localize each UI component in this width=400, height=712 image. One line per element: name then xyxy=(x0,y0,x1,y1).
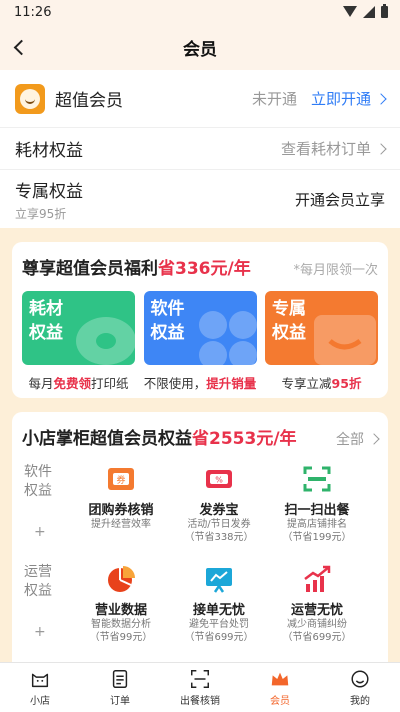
shop-cat-icon xyxy=(31,673,49,688)
benefit-item[interactable]: % 发券宝 活动/节日发券 （节省338元） xyxy=(170,463,268,559)
discount-tag-icon xyxy=(314,315,376,365)
growth-chart-icon xyxy=(304,565,331,592)
tile-software[interactable]: 软件权益 xyxy=(143,291,257,365)
cell-signal-icon xyxy=(363,6,375,18)
tile-label: 耗材权益 xyxy=(29,299,63,343)
svg-text:%: % xyxy=(215,476,223,485)
tile-consumables[interactable]: 耗材权益 xyxy=(22,291,135,365)
member-title: 超值会员 xyxy=(55,91,123,111)
status-bar: 11:26 xyxy=(0,0,400,24)
paper-roll-icon xyxy=(76,317,135,365)
welfare-title: 尊享超值会员福利省336元/年 xyxy=(22,259,251,279)
benefits-title: 小店掌柜超值会员权益省2553元/年 xyxy=(22,429,297,449)
exclusive-title: 专属权益 xyxy=(15,181,83,202)
tab-bar: 小店 订单 出餐核销 会员 我的 xyxy=(0,662,400,712)
tab-membership[interactable]: 会员 xyxy=(240,663,320,712)
voucher-icon: % xyxy=(206,470,232,488)
profile-circle-icon xyxy=(351,670,369,688)
benefit-group-software: 软件权益 + 券 团购券核销 提升经营效率 % 发券宝 活动/节日发券 （节省3… xyxy=(22,463,378,559)
benefit-item[interactable]: 运营无忧 减少商铺纠纷 （节省699元） xyxy=(268,563,366,659)
chevron-right-icon xyxy=(375,92,387,105)
scan-icon xyxy=(303,466,331,492)
view-all-link[interactable]: 全部 xyxy=(336,429,380,449)
member-status: 未开通 xyxy=(251,90,297,108)
benefit-item[interactable]: 扫一扫出餐 提高店铺排名 （节省199元） xyxy=(268,463,366,559)
nav-bar: 会员 xyxy=(0,24,400,70)
tile-captions: 每月免费领打印纸 不限使用，提升销量 专享立减95折 xyxy=(22,373,378,392)
apps-icon xyxy=(198,311,257,365)
pie-chart-icon xyxy=(108,566,135,592)
page-title: 会员 xyxy=(183,39,217,60)
welfare-tiles: 耗材权益 软件权益 专属权益 xyxy=(22,291,378,365)
monitor-icon xyxy=(206,568,232,593)
member-logo-icon xyxy=(15,83,45,114)
open-membership-link[interactable]: 立即开通 xyxy=(311,88,371,109)
plus-icon: + xyxy=(34,524,46,540)
group-label: 软件权益 + xyxy=(24,464,52,540)
tile-caption: 每月免费领打印纸 xyxy=(28,376,129,391)
order-list-icon xyxy=(112,670,128,688)
wifi-icon xyxy=(343,6,357,18)
benefit-item[interactable]: 券 团购券核销 提升经营效率 xyxy=(72,463,170,559)
member-row[interactable]: 超值会员 未开通 立即开通 xyxy=(0,70,400,128)
scan-frame-icon xyxy=(191,670,209,688)
tab-shop[interactable]: 小店 xyxy=(0,663,80,712)
group-label: 运营权益 + xyxy=(24,564,52,640)
battery-icon xyxy=(381,4,388,18)
tab-checkout-verify[interactable]: 出餐核销 xyxy=(160,663,240,712)
consumables-title: 耗材权益 xyxy=(15,141,83,161)
tile-caption: 不限使用，提升销量 xyxy=(143,376,257,391)
svg-text:券: 券 xyxy=(116,474,125,486)
membership-rows: 超值会员 未开通 立即开通 耗材权益 查看耗材订单 专属权益 立享95折 开通会… xyxy=(0,70,400,228)
tile-label: 软件权益 xyxy=(150,299,185,343)
benefit-item[interactable]: 接单无忧 避免平台处罚 （节省699元） xyxy=(170,563,268,659)
crown-icon xyxy=(271,672,289,686)
status-icons xyxy=(343,4,388,18)
plus-icon: + xyxy=(34,624,46,640)
tab-profile[interactable]: 我的 xyxy=(320,663,400,712)
welfare-card: 尊享超值会员福利省336元/年 *每月限领一次 耗材权益 软件权益 专属权益 每… xyxy=(12,242,388,398)
exclusive-row[interactable]: 专属权益 立享95折 开通会员立享 xyxy=(0,170,400,228)
chevron-right-icon xyxy=(368,433,380,445)
welfare-note: *每月限领一次 xyxy=(293,263,378,278)
view-consumable-orders-link[interactable]: 查看耗材订单 xyxy=(281,138,371,159)
benefits-savings: 省2553元/年 xyxy=(192,429,297,449)
benefit-item[interactable]: 营业数据 智能数据分析 （节省99元） xyxy=(72,563,170,659)
exclusive-action[interactable]: 开通会员立享 xyxy=(295,189,385,210)
welfare-savings: 省336元/年 xyxy=(158,259,251,279)
consumables-row[interactable]: 耗材权益 查看耗材订单 xyxy=(0,128,400,170)
tab-orders[interactable]: 订单 xyxy=(80,663,160,712)
tile-label: 专属权益 xyxy=(272,299,306,343)
exclusive-subtitle: 立享95折 xyxy=(15,206,67,221)
benefit-group-operations: 运营权益 + 营业数据 智能数据分析 （节省99元） 接单无忧 避免平台处罚 （… xyxy=(22,563,378,659)
chevron-right-icon xyxy=(375,142,387,155)
back-arrow-icon[interactable] xyxy=(10,35,34,59)
coupon-verify-icon: 券 xyxy=(108,468,134,490)
status-time: 11:26 xyxy=(14,4,52,20)
benefits-area: 尊享超值会员福利省336元/年 *每月限领一次 耗材权益 软件权益 专属权益 每… xyxy=(0,228,400,712)
tile-exclusive[interactable]: 专属权益 xyxy=(265,291,378,365)
tile-caption: 专享立减95折 xyxy=(281,376,362,391)
